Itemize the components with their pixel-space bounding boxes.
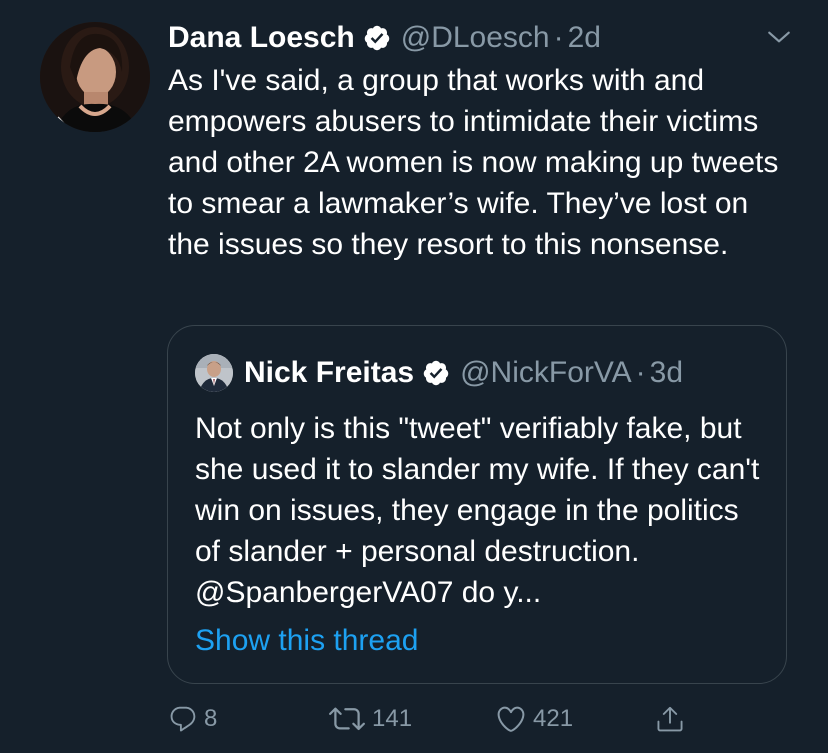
share-icon <box>655 704 685 734</box>
quoted-tweet[interactable]: Nick Freitas @NickForVA · 3d Not only is… <box>167 325 787 684</box>
quoted-tweet-timestamp: 3d <box>649 356 684 389</box>
quoted-author-name: Nick Freitas <box>244 356 415 389</box>
author-avatar-image <box>40 22 150 132</box>
quoted-author-avatar <box>195 354 233 392</box>
chevron-down-icon[interactable] <box>766 24 792 50</box>
show-thread-link[interactable]: Show this thread <box>195 620 418 661</box>
retweet-count: 141 <box>372 705 413 732</box>
quoted-tweet-text: Not only is this "tweet" verifiably fake… <box>195 412 760 609</box>
retweet-button[interactable]: 141 <box>328 700 412 738</box>
author-name[interactable]: Dana Loesch <box>168 21 355 55</box>
tweet-actions: 8 141 421 <box>168 700 728 738</box>
quoted-author-handle: @NickForVA <box>460 356 632 389</box>
retweet-icon <box>328 704 366 734</box>
tweet-card[interactable]: Dana Loesch @DLoesch · 2d As I've said, … <box>0 0 828 753</box>
header-separator: · <box>553 21 564 54</box>
quoted-tweet-header: Nick Freitas @NickForVA · 3d <box>244 352 683 394</box>
tweet-timestamp[interactable]: 2d <box>568 21 601 55</box>
tweet-header: Dana Loesch @DLoesch · 2d <box>168 18 601 58</box>
author-avatar[interactable] <box>40 22 150 132</box>
reply-icon <box>168 704 198 734</box>
tweet-text: As I've said, a group that works with an… <box>168 64 779 261</box>
author-handle[interactable]: @DLoesch <box>401 21 550 55</box>
reply-button[interactable]: 8 <box>168 700 217 738</box>
share-button[interactable] <box>655 700 685 738</box>
verified-badge-icon <box>363 24 391 52</box>
like-count: 421 <box>533 705 574 732</box>
like-button[interactable]: 421 <box>495 700 573 738</box>
quoted-header-separator: · <box>635 356 646 389</box>
verified-badge-icon <box>422 359 450 387</box>
reply-count: 8 <box>204 705 218 732</box>
heart-icon <box>495 704 527 734</box>
